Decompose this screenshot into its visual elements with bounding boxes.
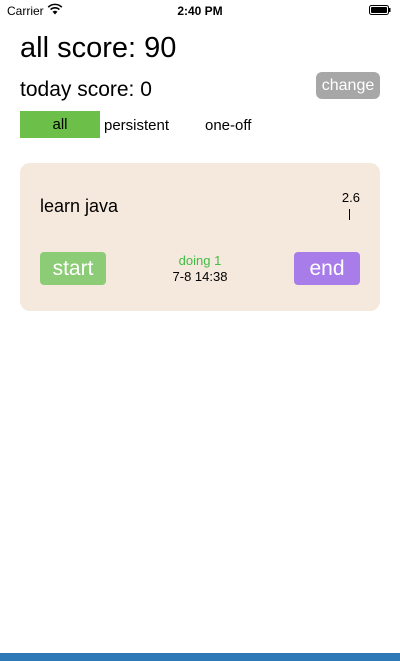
change-button[interactable]: change — [316, 72, 380, 99]
task-card: learn java 2.6 start doing 1 7-8 14:38 e… — [20, 163, 380, 311]
all-score-label: all score: 90 — [20, 32, 177, 64]
filter-tab-persistent[interactable]: persistent — [104, 117, 169, 134]
task-title: learn java — [40, 196, 119, 216]
status-bar: Carrier 2:40 PM — [0, 0, 400, 22]
today-score-label: today score: 0 — [20, 78, 152, 101]
bottom-bar — [0, 653, 400, 661]
end-button[interactable]: end — [294, 252, 360, 285]
task-points: 2.6 — [341, 190, 360, 205]
task-points-indicator — [349, 209, 350, 220]
filter-tab-one-off[interactable]: one-off — [205, 117, 251, 134]
filter-tab-all[interactable]: all — [20, 111, 100, 138]
status-time: 2:40 PM — [177, 4, 223, 18]
app-screen: Carrier 2:40 PM all score: 90 today scor… — [0, 0, 400, 661]
battery-icon — [369, 5, 391, 15]
